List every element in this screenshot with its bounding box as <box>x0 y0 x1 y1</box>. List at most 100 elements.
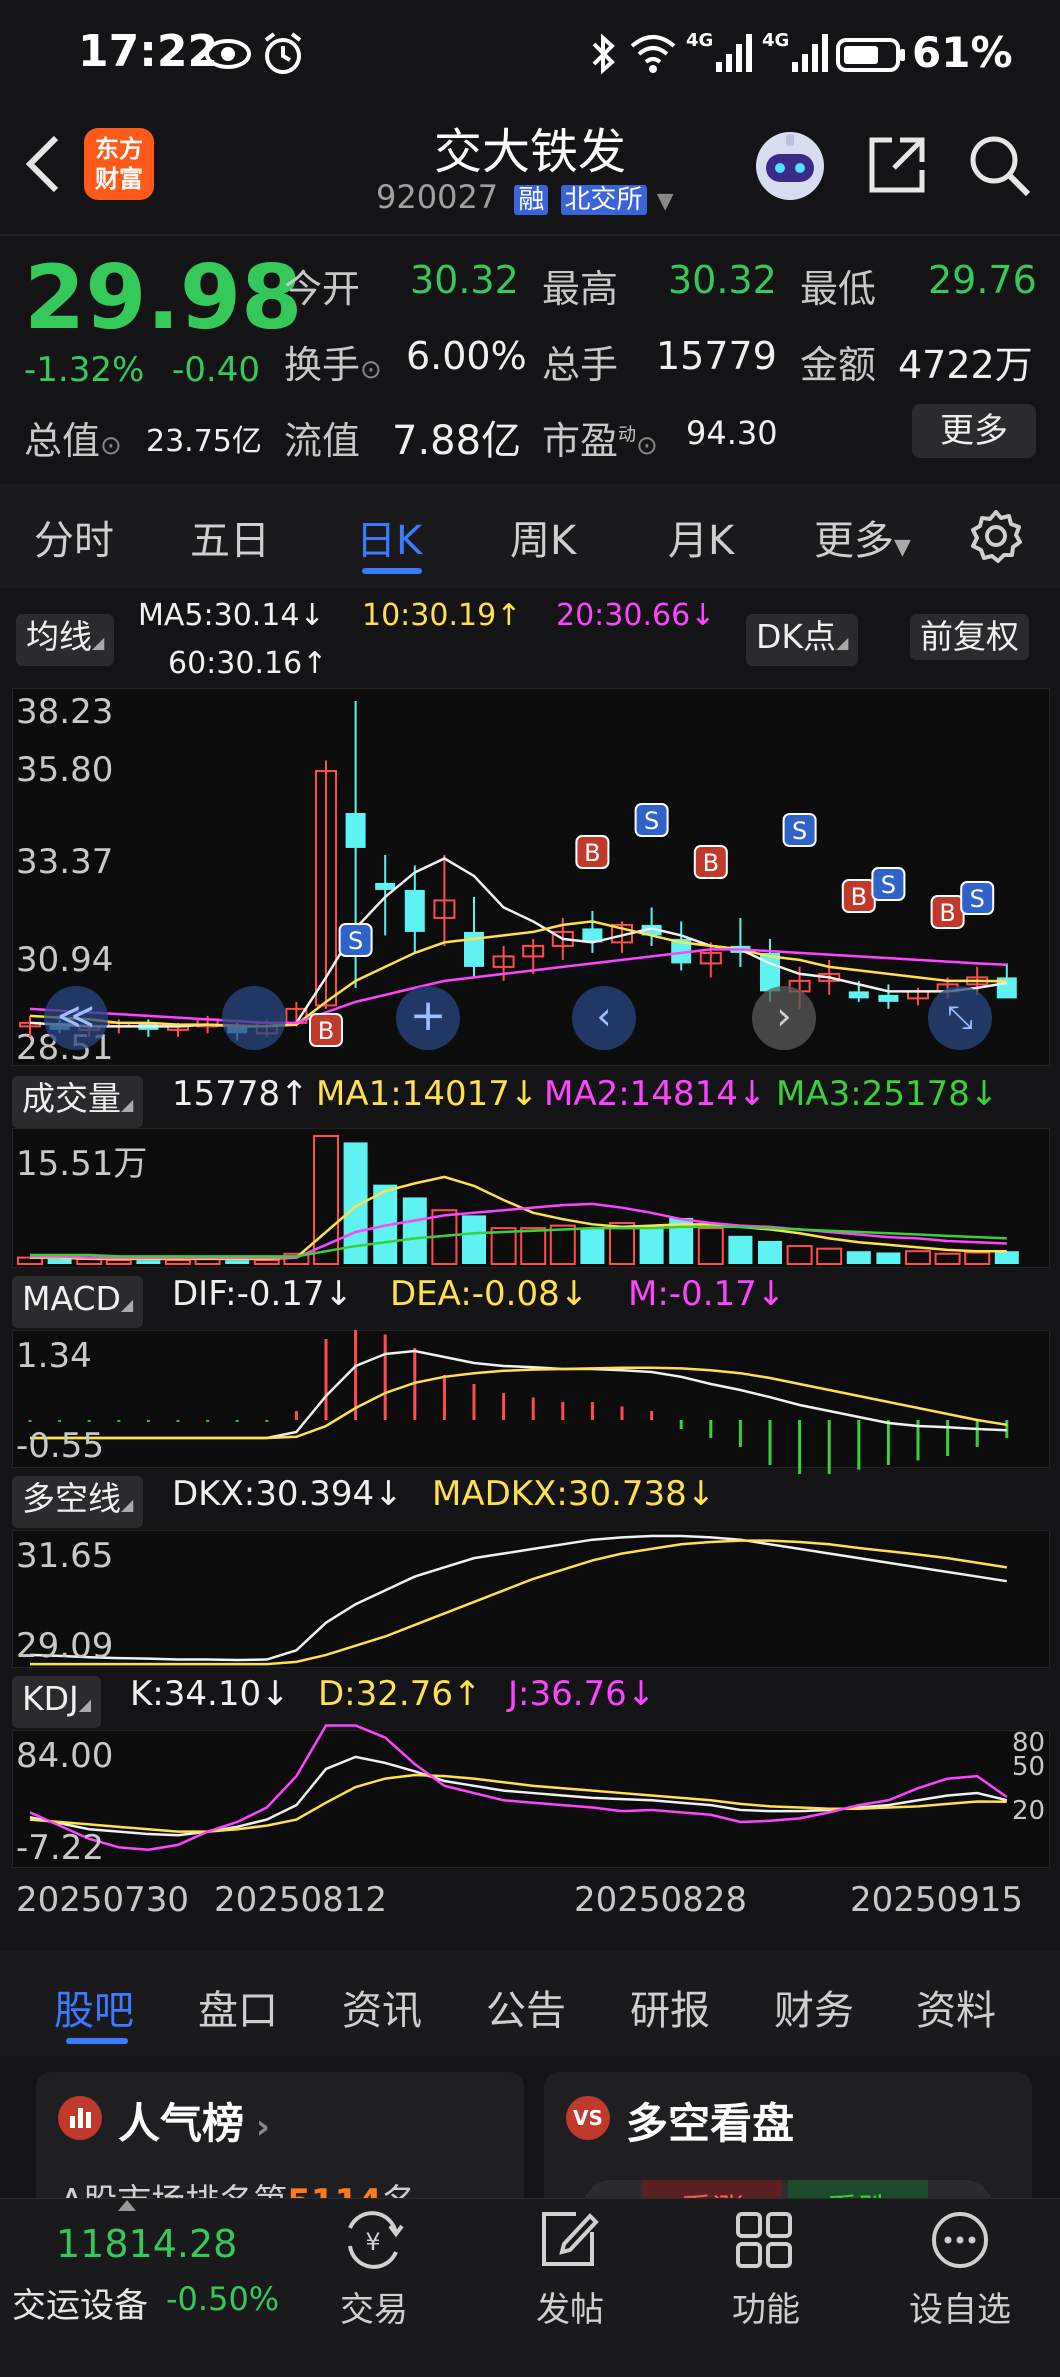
tab-order-book[interactable]: 盘口 <box>198 1978 278 2036</box>
tab-financials[interactable]: 财务 <box>774 1978 854 2036</box>
kdj-indicator-button[interactable]: KDJ◢ <box>12 1676 102 1728</box>
prev-circle[interactable]: ‹ <box>572 986 636 1050</box>
marker-letter: B <box>939 899 955 927</box>
index-up-arrow <box>118 2200 136 2211</box>
zoom-in-circle[interactable]: + <box>396 986 460 1050</box>
volume-bar <box>225 1260 250 1264</box>
candle-body <box>345 812 366 848</box>
macd-axis-bottom: -0.55 <box>16 1426 104 1466</box>
sell-marker: S <box>634 803 669 837</box>
sell-marker: S <box>338 923 373 957</box>
date-label-4: 20250915 <box>850 1880 1024 1920</box>
candle <box>641 907 662 946</box>
trade-icon[interactable]: ¥ <box>338 2208 408 2276</box>
fullscreen-circle[interactable]: ⤡ <box>928 986 992 1050</box>
index-change[interactable]: -0.50% <box>166 2280 279 2318</box>
vs-icon: VS <box>566 2096 610 2140</box>
volume-bar <box>639 1225 664 1264</box>
bull-bear-title: 多空看盘 <box>626 2099 795 2148</box>
volume-ma1: MA1:14017↓ <box>316 1074 539 1114</box>
content-tab-indicator <box>66 2038 128 2044</box>
volume-bar <box>697 1227 724 1266</box>
ma10-line <box>29 920 1007 1028</box>
candle <box>582 910 603 953</box>
index-name[interactable]: 交运设备 <box>12 2278 148 2327</box>
zoom-out-circle[interactable]: ≪ <box>44 986 108 1050</box>
dkx-axis-top: 31.65 <box>16 1536 114 1576</box>
volume-indicator-button[interactable]: 成交量◢ <box>12 1076 144 1128</box>
volume-bar <box>846 1251 871 1264</box>
date-label-2: 20250812 <box>214 1880 388 1920</box>
candle <box>19 1015 41 1037</box>
volume-ma1-line <box>30 1175 1007 1261</box>
macd-axis-top: 1.34 <box>16 1336 92 1376</box>
volume-axis-top: 15.51万 <box>16 1144 148 1184</box>
volume-bar <box>816 1247 843 1266</box>
nav-post[interactable]: 发帖 <box>490 2282 650 2331</box>
next-circle[interactable]: › <box>752 986 816 1050</box>
tab-profile[interactable]: 资料 <box>916 1978 996 2036</box>
popularity-title: 人气榜 › <box>118 2099 270 2148</box>
candle-body <box>878 994 899 1002</box>
chart-canvas: BSBSBSB SB S <box>17 701 1019 1851</box>
marker-letter: B <box>318 1017 334 1045</box>
volume-bar <box>165 1259 191 1266</box>
sell-marker: S <box>871 867 906 901</box>
post-icon[interactable] <box>536 2208 600 2276</box>
index-value[interactable]: 11814.28 <box>56 2222 237 2266</box>
macd-dea: DEA:-0.08↓ <box>390 1274 589 1314</box>
sell-marker: S <box>960 881 995 915</box>
dropdown-icon: ◢ <box>121 1095 134 1114</box>
macd-dif: DIF:-0.17↓ <box>172 1274 354 1314</box>
tab-forum[interactable]: 股吧 <box>54 1978 134 2036</box>
madkx-value: MADKX:30.738↓ <box>432 1474 716 1514</box>
functions-icon[interactable] <box>732 2208 796 2276</box>
kdj-axis-top: 84.00 <box>16 1736 114 1776</box>
volume-bar <box>905 1250 931 1265</box>
volume-bar <box>994 1251 1019 1264</box>
nav-trade[interactable]: 交易 <box>294 2282 454 2331</box>
buy-marker: B <box>930 895 965 929</box>
svg-text:¥: ¥ <box>365 2228 380 2256</box>
buy-marker: B <box>575 835 610 869</box>
candle <box>878 984 899 1009</box>
kdj-k: K:34.10↓ <box>130 1674 290 1714</box>
more-dots-icon[interactable] <box>928 2208 992 2276</box>
volume-bar <box>549 1224 576 1265</box>
marker-letter: S <box>881 871 896 899</box>
kdj-right-50: 50 <box>1012 1752 1046 1782</box>
dropdown-icon: ◢ <box>121 1495 134 1514</box>
nav-add-watchlist[interactable]: 设自选 <box>880 2282 1040 2331</box>
tab-research[interactable]: 研报 <box>630 1978 710 2036</box>
volume-bar <box>253 1259 280 1266</box>
kdj-d-line <box>29 1773 1007 1833</box>
marker-letter: B <box>584 839 600 867</box>
marker-letter: S <box>970 885 985 913</box>
volume-bar <box>964 1251 991 1265</box>
candle-body <box>404 889 425 932</box>
marker-letter: S <box>644 807 659 835</box>
volume-bar <box>580 1228 605 1264</box>
dkx-axis-bottom: 29.09 <box>16 1626 114 1666</box>
volume-bar <box>786 1245 813 1265</box>
dropdown-icon: ◢ <box>78 1695 92 1714</box>
volume-bar <box>402 1197 427 1264</box>
macd-indicator-button[interactable]: MACD◢ <box>12 1276 144 1328</box>
candle <box>375 854 396 936</box>
date-label-1: 20250730 <box>16 1880 190 1920</box>
volume-bar <box>728 1235 753 1264</box>
candle-body <box>848 991 869 999</box>
macd-m: M:-0.17↓ <box>628 1274 786 1314</box>
kdj-j: J:36.76↓ <box>508 1674 656 1714</box>
tab-news[interactable]: 资讯 <box>342 1978 422 2036</box>
volume-bar <box>105 1259 132 1266</box>
volume-bar <box>520 1227 547 1266</box>
buy-marker: B <box>693 845 728 879</box>
dkx-indicator-button[interactable]: 多空线◢ <box>12 1476 144 1528</box>
scroll-left-circle[interactable] <box>222 986 286 1050</box>
tab-announcements[interactable]: 公告 <box>486 1978 566 2036</box>
volume-bar <box>462 1215 486 1264</box>
volume-ma3: MA3:25178↓ <box>776 1074 999 1114</box>
nav-functions[interactable]: 功能 <box>686 2282 846 2331</box>
marker-letter: S <box>792 817 807 845</box>
